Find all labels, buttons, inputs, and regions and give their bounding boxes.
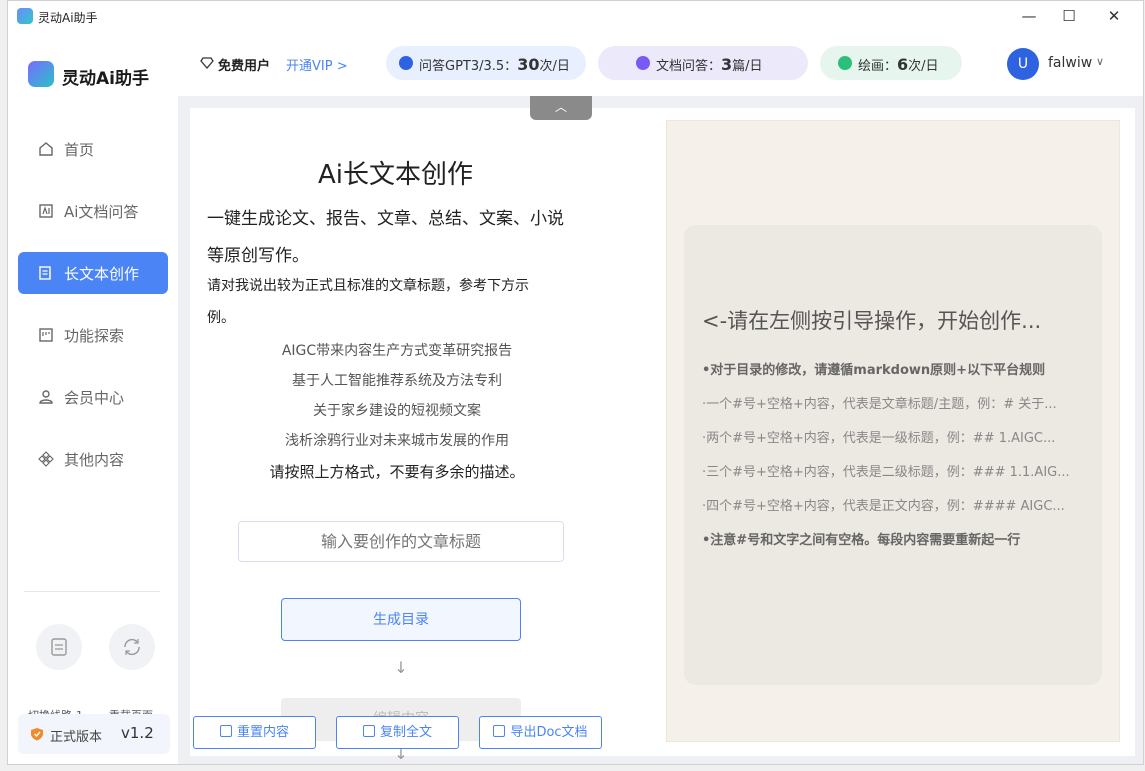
sidebar: 灵动Ai助手 首页 Ai文档问答 长文本创作 功能探索 会员中心 其他内容 正式… <box>8 31 178 764</box>
user-type: 免费用户 <box>218 59 271 74</box>
quota-count: 3 <box>721 55 733 74</box>
guide-rule: •注意#号和文字之间有空格。每段内容需要重新起一行 <box>702 533 1021 548</box>
app-window: 灵动Ai助手 — ☐ ✕ 灵动Ai助手 首页 Ai文档问答 长文本创作 功能探索… <box>7 0 1144 765</box>
window-title: 灵动Ai助手 <box>38 11 98 25</box>
intro-text-line2: 等原创写作。 <box>207 246 309 266</box>
guide-box: <-请在左侧按引导操作，开始创作... •对于目录的修改，请遵循markdown… <box>684 225 1102 685</box>
sidebar-item-label: 首页 <box>64 141 95 159</box>
sidebar-item-ai-doc[interactable]: Ai文档问答 <box>18 190 168 232</box>
example-title: AIGC带来内容生产方式变革研究报告 <box>281 343 513 359</box>
quota-gpt-badge: 问答GPT3/3.5：30次/日 <box>386 46 586 80</box>
gpt-icon <box>399 56 413 70</box>
guide-rule: ·两个#号+空格+内容，代表是一级标题，例：## 1.AIGC... <box>702 431 1056 446</box>
preview-panel: <-请在左侧按引导操作，开始创作... •对于目录的修改，请遵循markdown… <box>666 120 1120 742</box>
brand-name: 灵动Ai助手 <box>62 69 149 89</box>
doc-icon <box>493 725 506 737</box>
page-title: Ai长文本创作 <box>318 160 474 190</box>
guide-rule: ·一个#号+空格+内容，代表是文章标题/主题，例：# 关于... <box>702 397 1057 412</box>
user-icon <box>39 390 53 404</box>
quota-count: 30 <box>517 55 540 74</box>
quota-unit: 次/日 <box>539 59 570 74</box>
instruction-text-line2: 例。 <box>207 310 235 326</box>
copy-label: 复制全文 <box>379 725 432 740</box>
version-number: v1.2 <box>121 724 154 742</box>
sidebar-item-label: 其他内容 <box>64 451 125 469</box>
generate-outline-button[interactable]: 生成目录 <box>281 598 521 641</box>
ai-doc-icon <box>39 204 53 218</box>
chevron-down-icon[interactable]: ∨ <box>1096 55 1104 68</box>
quota-label: 绘画： <box>858 59 898 74</box>
reset-label: 重置内容 <box>236 725 289 740</box>
home-icon <box>39 142 53 156</box>
guide-rule: ·四个#号+空格+内容，代表是正文内容，例：#### AIGC... <box>702 499 1065 514</box>
diamond-icon <box>200 57 214 69</box>
shield-icon <box>31 728 43 741</box>
quota-doc-badge: 文档问答：3篇/日 <box>598 46 808 80</box>
reset-icon <box>219 725 232 737</box>
app-icon <box>17 8 33 24</box>
open-vip-link[interactable]: 开通VIP > <box>286 55 348 74</box>
sidebar-item-label: 功能探索 <box>64 327 125 345</box>
quota-unit: 篇/日 <box>732 59 763 74</box>
sidebar-item-label: 长文本创作 <box>64 265 140 283</box>
quota-unit: 次/日 <box>908 59 939 74</box>
export-label: 导出Doc文档 <box>510 725 588 740</box>
intro-text-line1: 一键生成论文、报告、文章、总结、文案、小说 <box>207 209 564 229</box>
switch-icon <box>51 638 67 656</box>
brand-logo-icon <box>28 61 54 87</box>
sidebar-item-label: Ai文档问答 <box>64 203 139 221</box>
format-note: 请按照上方格式，不要有多余的描述。 <box>269 463 525 481</box>
document-icon <box>39 266 51 280</box>
editor-panel: ︿ Ai长文本创作 一键生成论文、报告、文章、总结、文案、小说 等原创写作。 请… <box>190 96 1135 763</box>
arrow-down-icon: ↓ <box>394 658 408 677</box>
explore-icon <box>39 328 53 342</box>
chat-icon <box>636 56 650 70</box>
quota-label: 文档问答： <box>656 59 722 74</box>
guide-rule: ·三个#号+空格+内容，代表是二级标题，例：### 1.1.AIG... <box>702 465 1070 480</box>
copy-icon <box>362 725 375 737</box>
quota-count: 6 <box>897 55 909 74</box>
title-bar: 灵动Ai助手 — ☐ ✕ <box>8 1 1143 31</box>
maximize-button[interactable]: ☐ <box>1046 1 1092 31</box>
quota-label: 问答GPT3/3.5： <box>419 59 518 74</box>
quota-draw-badge: 绘画：6次/日 <box>820 46 962 80</box>
guide-title: <-请在左侧按引导操作，开始创作... <box>702 309 1042 333</box>
switch-line-button[interactable] <box>36 624 82 670</box>
reset-content-button[interactable]: 重置内容 <box>193 716 316 749</box>
sidebar-item-long-text[interactable]: 长文本创作 <box>18 252 168 294</box>
sidebar-item-other[interactable]: 其他内容 <box>18 438 168 480</box>
instruction-text-line1: 请对我说出较为正式且标准的文章标题，参考下方示 <box>207 278 529 294</box>
sidebar-item-label: 会员中心 <box>64 389 125 407</box>
close-button[interactable]: ✕ <box>1091 1 1137 31</box>
grid-icon <box>38 451 54 467</box>
username[interactable]: falwiw <box>1048 55 1092 71</box>
version-label: 正式版本 <box>50 730 103 745</box>
sidebar-item-explore[interactable]: 功能探索 <box>18 314 168 356</box>
guide-rule: •对于目录的修改，请遵循markdown原则+以下平台规则 <box>702 363 1046 378</box>
reload-page-button[interactable] <box>109 624 155 670</box>
sidebar-item-home[interactable]: 首页 <box>18 128 168 170</box>
sidebar-divider <box>24 591 160 592</box>
sidebar-item-member[interactable]: 会员中心 <box>18 376 168 418</box>
export-doc-button[interactable]: 导出Doc文档 <box>479 716 602 749</box>
avatar[interactable]: U <box>1007 48 1039 80</box>
refresh-icon <box>124 638 140 656</box>
example-title: 关于家乡建设的短视频文案 <box>313 403 481 419</box>
article-title-input[interactable] <box>238 521 564 562</box>
copy-all-button[interactable]: 复制全文 <box>336 716 459 749</box>
main-content: ︿ Ai长文本创作 一键生成论文、报告、文章、总结、文案、小说 等原创写作。 请… <box>178 96 1143 764</box>
example-title: 基于人工智能推荐系统及方法专利 <box>292 373 502 389</box>
palette-icon <box>838 56 852 70</box>
collapse-toggle-button[interactable]: ︿ <box>530 96 592 120</box>
example-title: 浅析涂鸦行业对未来城市发展的作用 <box>285 433 509 449</box>
top-bar: 免费用户 开通VIP > 问答GPT3/3.5：30次/日 文档问答：3篇/日 … <box>178 31 1143 96</box>
version-badge: 正式版本 v1.2 <box>18 714 170 754</box>
